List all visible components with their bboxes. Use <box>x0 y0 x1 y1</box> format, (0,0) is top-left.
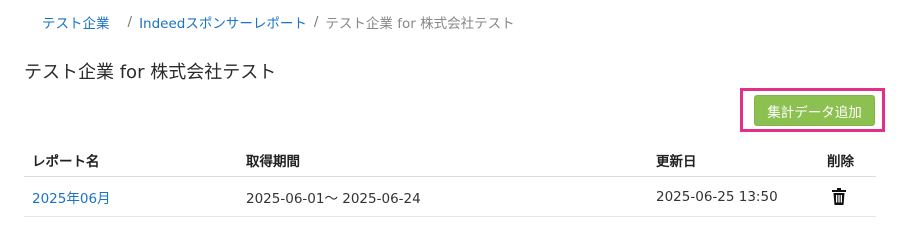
add-aggregate-data-button[interactable]: 集計データ追加 <box>754 95 875 126</box>
table-row: 2025年06月 2025-06-01～ 2025-06-24 2025-06-… <box>24 177 876 217</box>
delete-cell <box>832 177 846 216</box>
report-name-cell: 2025年06月 <box>32 177 111 216</box>
column-header-report-name: レポート名 <box>32 153 100 170</box>
breadcrumb-separator: / <box>127 14 133 30</box>
period-cell: 2025-06-01～ 2025-06-24 <box>246 190 421 207</box>
table-header-row: レポート名 取得期間 更新日 削除 <box>24 143 876 177</box>
report-table: レポート名 取得期間 更新日 削除 2025年06月 2025-06-01～ 2… <box>24 143 876 217</box>
trash-icon[interactable] <box>832 188 846 205</box>
column-header-period: 取得期間 <box>246 153 300 170</box>
breadcrumb: テスト企業 / Indeedスポンサーレポート / テスト企業 for 株式会社… <box>42 12 515 32</box>
breadcrumb-company-link[interactable]: テスト企業 <box>42 12 110 32</box>
column-header-delete: 削除 <box>827 153 854 170</box>
page-title: テスト企業 for 株式会社テスト <box>24 62 277 83</box>
column-header-updated: 更新日 <box>656 153 697 170</box>
report-name-link[interactable]: 2025年06月 <box>32 187 111 207</box>
breadcrumb-indeed-report-link[interactable]: Indeedスポンサーレポート <box>139 12 307 32</box>
breadcrumb-separator: / <box>313 14 319 30</box>
breadcrumb-current: テスト企業 for 株式会社テスト <box>325 16 515 32</box>
updated-cell: 2025-06-25 13:50 <box>656 188 778 205</box>
